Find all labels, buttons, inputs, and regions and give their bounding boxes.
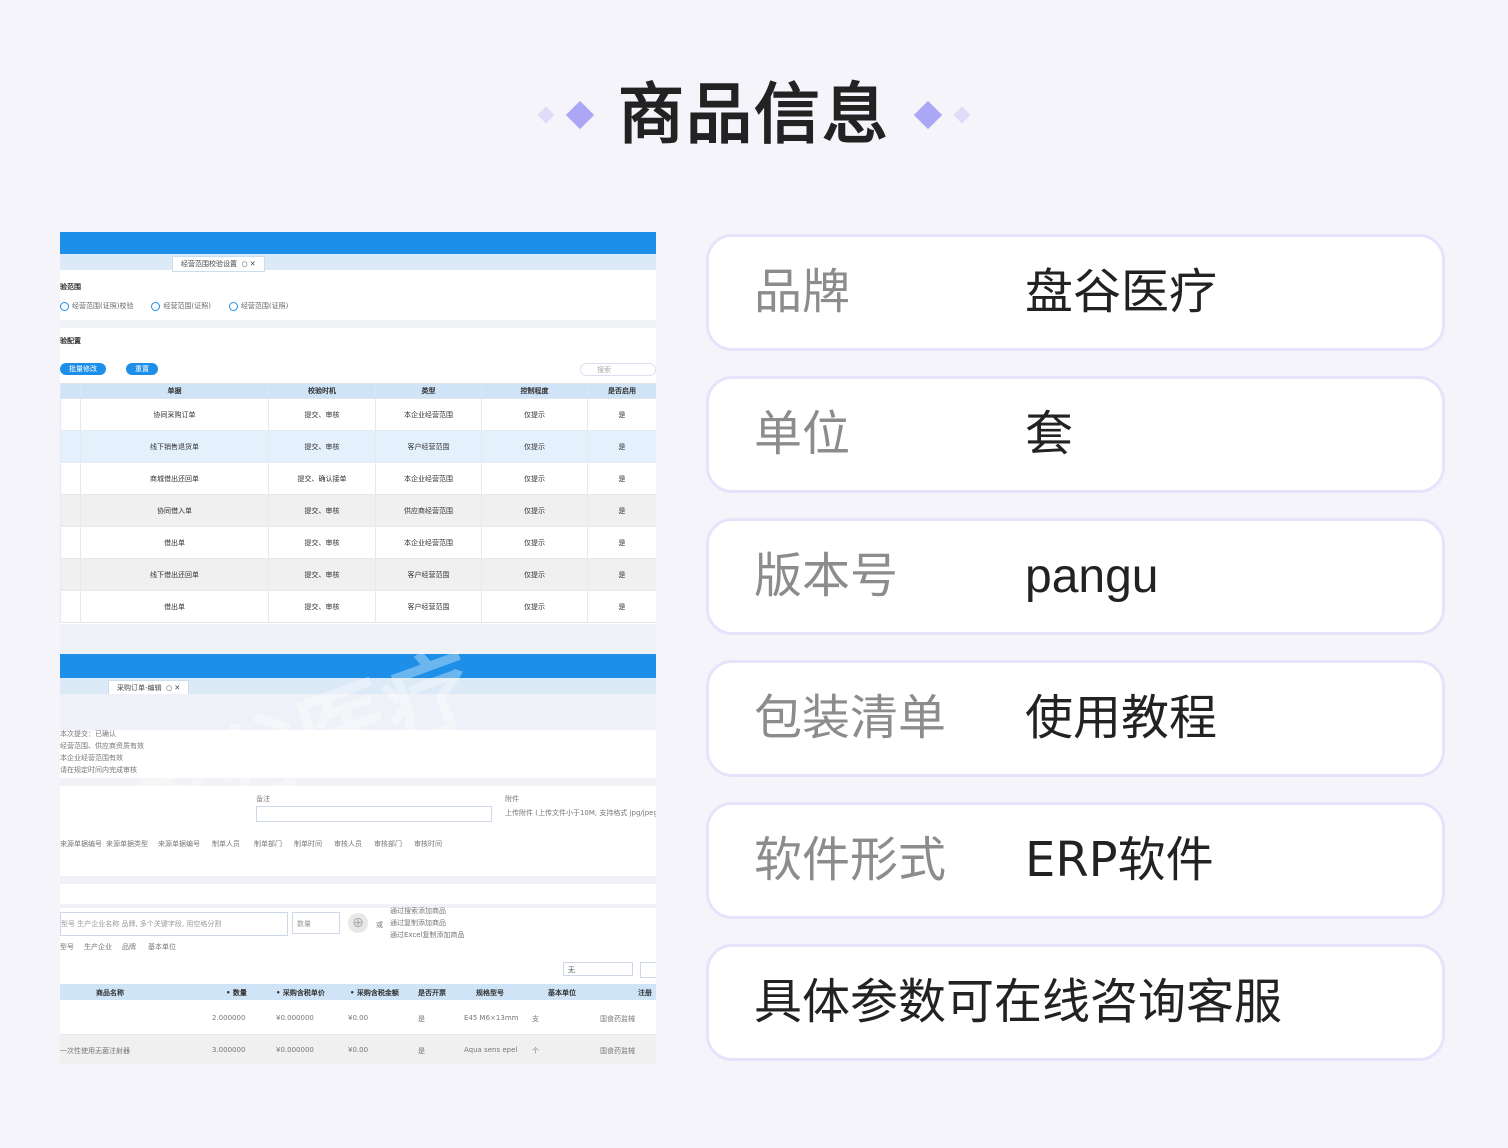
add-product-icon[interactable]: ⊕: [348, 913, 368, 933]
meta-header: 来源单据编号: [60, 840, 102, 848]
info-value: ERP软件: [1025, 832, 1214, 888]
app-header-bar-2: [60, 654, 656, 678]
info-card-unit: 单位 套: [706, 376, 1445, 493]
info-card-brand: 品牌 盘谷医疗: [706, 234, 1445, 351]
attachment-label: 附件: [505, 795, 519, 803]
col-label: 型号: [60, 943, 74, 951]
meta-header: 来源单据类型: [106, 840, 148, 848]
divider: [60, 778, 656, 786]
col-label: 生产企业: [84, 943, 112, 951]
info-value: pangu: [1025, 550, 1159, 603]
add-hint-link[interactable]: 通过复制添加商品: [390, 918, 446, 928]
diamond-large-icon: [913, 100, 943, 130]
page-title: 商品信息: [618, 76, 890, 153]
info-card-package: 包装清单 使用教程: [706, 660, 1445, 777]
toolbar-strip: [60, 694, 656, 730]
col-header: 控制程度: [481, 383, 588, 399]
diamond-small-icon: [537, 106, 555, 124]
consult-note: 具体参数可在线咨询客服: [754, 974, 1283, 1030]
tab-strip: 经营范围校验设置 ○ ✕: [60, 254, 656, 272]
info-value: 使用教程: [1025, 690, 1218, 746]
col-label: 品牌: [122, 943, 136, 951]
reset-button[interactable]: 重置: [126, 363, 158, 375]
col-header: 类型: [375, 383, 482, 399]
col-header: 是否启用: [587, 383, 656, 399]
meta-header: 制单时间: [294, 840, 322, 848]
add-hint-link[interactable]: 通过Excel复制添加商品: [390, 930, 465, 940]
table-row[interactable]: 借出单 提交、审核 本企业经营范围 仅提示是: [60, 526, 656, 559]
info-label: 品牌: [754, 264, 851, 320]
filter-select[interactable]: 无: [563, 962, 633, 976]
app-header-bar: [60, 232, 656, 254]
product-screenshot: 经营范围校验设置 ○ ✕ 验范围 经营范围(证照)校验 经营范围(证照) 经营范…: [60, 232, 656, 1064]
warning-line: 本企业经营范围有效: [60, 754, 123, 762]
info-value: 套: [1025, 406, 1074, 462]
col-label: 基本单位: [148, 943, 176, 951]
table-row[interactable]: 借出单 提交、审核 客户经营范围 仅提示是: [60, 590, 656, 623]
section-scope-label: 验范围: [60, 283, 81, 291]
remark-input[interactable]: [256, 806, 492, 822]
upload-attachment-link[interactable]: 上传附件 (上传文件小于10M, 支持格式 jpg/jpeg): [505, 808, 656, 818]
warning-line: 经营范围、供应商资质有效: [60, 742, 144, 750]
info-label: 软件形式: [754, 832, 947, 888]
table-row[interactable]: 线下销售退货单 提交、审核 客户经营范围 仅提示是: [60, 430, 656, 463]
meta-header: 制单人员: [212, 840, 240, 848]
table-row[interactable]: 商城借出还回单 提交、确认接单 本企业经营范围 仅提示是: [60, 462, 656, 495]
meta-header: 制单部门: [254, 840, 282, 848]
col-header: 校验时机: [268, 383, 376, 399]
diamond-large-icon: [565, 100, 595, 130]
table-row[interactable]: 协同采购订单 提交、审核 本企业经营范围 仅提示是: [60, 398, 656, 431]
divider: [60, 320, 656, 328]
info-label: 单位: [754, 406, 851, 462]
title-decoration-right: [913, 100, 971, 130]
product-search-input[interactable]: 型号 生产企业名称 品牌, 多个关键字段, 用空格分割: [60, 912, 288, 936]
meta-header: 审核部门: [374, 840, 402, 848]
radio-group: 经营范围(证照)校验 经营范围(证照) 经营范围(证照): [60, 301, 288, 311]
table-header-row: 单据 校验时机 类型 控制程度 是否启用: [60, 383, 656, 399]
meta-header: 审核人员: [334, 840, 362, 848]
col-header: 单据: [80, 383, 269, 399]
tab-strip-2: 采购订单-编辑 ○ ✕: [60, 678, 656, 696]
info-card-note: 具体参数可在线咨询客服: [706, 944, 1445, 1061]
warning-line: 请在规定时间内完成审核: [60, 766, 137, 774]
remark-label: 备注: [256, 795, 270, 803]
add-hint-link[interactable]: 通过搜索添加商品: [390, 906, 446, 916]
table-row[interactable]: 线下借出还回单 提交、审核 客户经营范围 仅提示是: [60, 558, 656, 591]
batch-edit-button[interactable]: 批量修改: [60, 363, 106, 375]
radio-option-1[interactable]: 经营范围(证照)校验: [60, 301, 133, 311]
radio-option-3[interactable]: 经营范围(证照): [228, 301, 288, 311]
product-table-header: 商品名称 • 数量 • 采购含税单价 • 采购含税金额 是否开票 规格型号 基本…: [60, 984, 656, 1000]
info-value: 盘谷医疗: [1025, 264, 1218, 320]
table-row[interactable]: 一次性使用无菌注射器 3.000000 ¥0.000000 ¥0.00 是 Aq…: [60, 1035, 656, 1064]
tab-scope-settings[interactable]: 经营范围校验设置 ○ ✕: [172, 256, 265, 272]
divider: [60, 904, 656, 908]
title-decoration-left: [537, 100, 595, 130]
meta-header: 来源单据编号: [158, 840, 200, 848]
title-bar: 商品信息: [0, 70, 1508, 160]
quantity-input[interactable]: 数量: [292, 912, 340, 934]
settings-table: 单据 校验时机 类型 控制程度 是否启用 协同采购订单 提交、审核 本企业经营范围仅…: [60, 383, 656, 623]
divider: [60, 876, 656, 884]
info-label: 包装清单: [754, 690, 947, 746]
diamond-small-icon: [953, 106, 971, 124]
table-row[interactable]: 协同借入单 提交、审核 供应商经营范围 仅提示是: [60, 494, 656, 527]
section-config-label: 验配置: [60, 337, 81, 345]
search-icon[interactable]: [640, 962, 656, 978]
gap-strip: [60, 624, 656, 654]
table-row[interactable]: 2.000000 ¥0.000000 ¥0.00 是 E45 M6×13mm 支…: [60, 1002, 656, 1035]
info-label: 版本号: [754, 548, 899, 604]
meta-header: 审核时间: [414, 840, 442, 848]
info-card-version: 版本号 pangu: [706, 518, 1445, 635]
radio-option-2[interactable]: 经营范围(证照): [151, 301, 211, 311]
warning-line: 本次提交：已确认: [60, 730, 116, 738]
info-card-software-form: 软件形式 ERP软件: [706, 802, 1445, 919]
search-input[interactable]: 搜索: [580, 363, 656, 376]
